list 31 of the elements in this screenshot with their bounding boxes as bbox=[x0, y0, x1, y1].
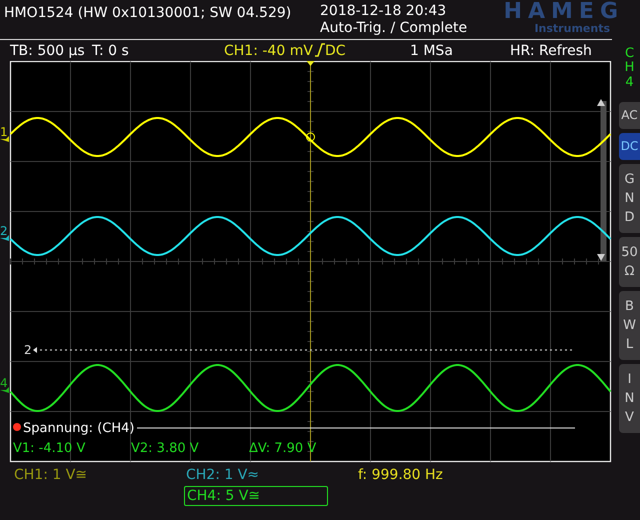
measurement-title: Spannung: (CH4) bbox=[23, 421, 134, 436]
trigger-time-readout: T: 0 s bbox=[92, 42, 129, 61]
channel-readout[interactable]: f: 999.80 Hz bbox=[356, 466, 445, 484]
logo-text: HAMEG bbox=[504, 1, 624, 23]
logo-subtitle: Instruments bbox=[534, 23, 610, 35]
channel-readout[interactable]: CH2: 1 V≈ bbox=[184, 466, 262, 484]
timebase-readout: TB: 500 µs bbox=[10, 42, 85, 61]
trigger-point-marker bbox=[306, 132, 315, 142]
trigger-position-marker bbox=[306, 61, 314, 66]
rising-edge-icon bbox=[315, 43, 325, 57]
cursor-v2-readout: V2: 3.80 V bbox=[131, 441, 199, 456]
down-arrow-icon bbox=[597, 254, 605, 261]
coupling-menu-button[interactable]: BWL bbox=[619, 290, 640, 360]
channel-readout[interactable]: CH4: 5 V≅ bbox=[184, 486, 328, 506]
cursor-marker-icon bbox=[13, 423, 21, 431]
device-info: HMO1524 (HW 0x10130001; SW 04.529) bbox=[4, 4, 292, 23]
coupling-menu-button[interactable]: GND bbox=[619, 164, 640, 233]
cursor-v1-readout: V1: -4.10 V bbox=[13, 441, 86, 456]
date-time: 2018-12-18 20:43 bbox=[320, 3, 448, 20]
coupling-menu-button[interactable]: 50 Ω bbox=[619, 236, 640, 287]
trigger-coupling-readout: DC bbox=[325, 42, 346, 61]
coupling-menu-button[interactable]: AC bbox=[619, 102, 640, 129]
coupling-menu-button[interactable]: INV bbox=[619, 364, 640, 433]
channel-label: CH4 bbox=[624, 47, 636, 90]
channel-readout[interactable]: CH1: 1 V≅ bbox=[12, 466, 90, 484]
coupling-menu-button[interactable]: DC bbox=[619, 132, 640, 160]
acquisition-mode-readout: HR: Refresh bbox=[510, 42, 592, 61]
up-arrow-icon bbox=[597, 99, 605, 106]
trigger-level-readout: CH1: -40 mV bbox=[224, 42, 313, 61]
sample-rate-readout: 1 MSa bbox=[410, 42, 453, 61]
trigger-status: Auto-Trig. / Complete bbox=[320, 20, 468, 37]
